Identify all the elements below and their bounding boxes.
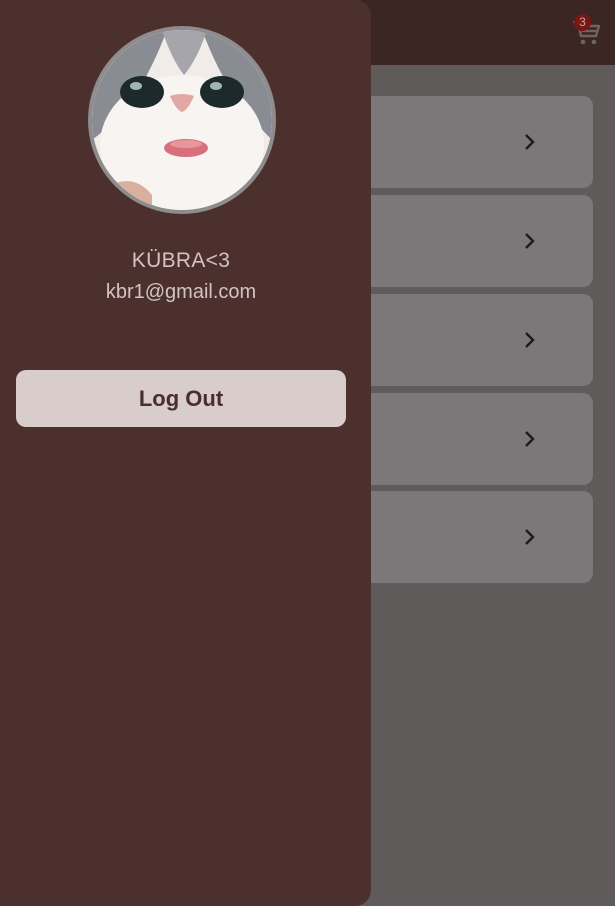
logout-button[interactable]: Log Out — [16, 370, 346, 427]
chevron-right-icon — [525, 233, 535, 249]
cat-avatar-image — [92, 30, 272, 210]
chevron-right-icon — [525, 529, 535, 545]
avatar — [88, 26, 276, 214]
chevron-right-icon — [525, 332, 535, 348]
cart-badge: 3 — [574, 14, 591, 31]
user-name: KÜBRA<3 — [131, 249, 231, 272]
chevron-right-icon — [525, 134, 535, 150]
cart-button[interactable]: 3 — [569, 14, 605, 50]
screen: 3 KÜBRA<3 kbr1@gmail.com Log Out — [0, 0, 615, 906]
navigation-drawer: KÜBRA<3 kbr1@gmail.com Log Out — [0, 0, 371, 906]
user-email: kbr1@gmail.com — [105, 281, 257, 303]
chevron-right-icon — [525, 431, 535, 447]
